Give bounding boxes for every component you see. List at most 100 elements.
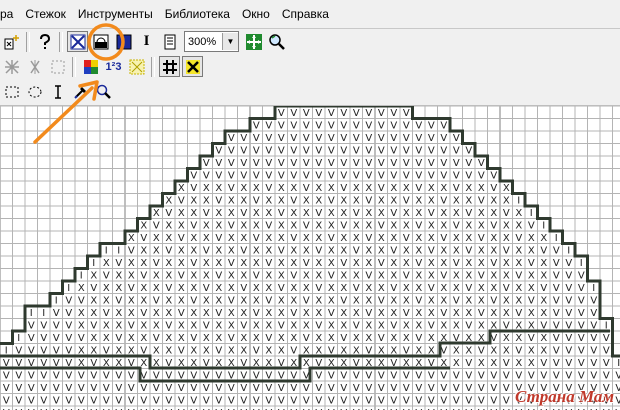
magnifier-button[interactable] (93, 82, 114, 103)
stitch-symbol: X (403, 296, 410, 307)
stitch-symbol: X (403, 333, 410, 344)
stitch-symbol: X (390, 183, 397, 194)
stitch-symbol: V (290, 396, 297, 407)
stitch-symbol: V (253, 271, 260, 282)
cross-stitch-button[interactable] (67, 31, 88, 52)
menu-item-library[interactable]: Библиотека (159, 0, 236, 28)
stitch-symbol: V (478, 171, 485, 182)
stitch-symbol: V (228, 296, 235, 307)
menu-item-help[interactable]: Справка (276, 0, 335, 28)
stitch-symbol: V (415, 158, 422, 169)
select-box-icon (51, 60, 64, 73)
select-box-button[interactable] (47, 56, 68, 77)
color-palette-button[interactable] (80, 56, 101, 77)
stitch-symbol: X (315, 308, 322, 319)
stitch-symbol: X (365, 321, 372, 332)
stitch-symbol: V (140, 383, 147, 394)
stitch-symbol: X (103, 258, 110, 269)
stitch-symbol: X (178, 183, 185, 194)
stitch-symbol: X (278, 308, 285, 319)
stitch-symbol: X (215, 221, 222, 232)
zoom-search-button[interactable] (266, 31, 287, 52)
stitch-symbol: X (428, 183, 435, 194)
stitch-symbol: V (378, 383, 385, 394)
tile-cross-button[interactable] (1, 56, 22, 77)
stitch-symbol: X (303, 321, 310, 332)
lasso-select-button[interactable] (24, 82, 45, 103)
page-button[interactable] (159, 31, 180, 52)
stitch-symbol: X (253, 333, 260, 344)
help-button[interactable] (34, 31, 55, 52)
backstitch-button[interactable]: I (136, 31, 157, 52)
stitch-symbol: V (415, 333, 422, 344)
symbol-numbers-button[interactable]: 1²3 (103, 56, 124, 77)
stitch-symbol: X (178, 283, 185, 294)
stitch-symbol: V (403, 233, 410, 244)
stitch-symbol: V (353, 396, 360, 407)
menu-item-window[interactable]: Окно (236, 0, 276, 28)
stitch-symbol: V (390, 171, 397, 182)
stitch-symbol: X (528, 346, 535, 357)
stitch-symbol: X (165, 308, 172, 319)
stitch-symbol: V (278, 246, 285, 257)
stitch-symbol: X (203, 333, 210, 344)
delete-mark-button[interactable] (24, 56, 45, 77)
pattern-grid[interactable]: IVVVVVIVVVVVVIVVVVVVVVIVVVVVVVVIVVVVVVVV… (0, 106, 620, 410)
stitch-symbol: X (453, 246, 460, 257)
stitch-symbol: V (103, 396, 110, 407)
stitch-symbol: X (228, 246, 235, 257)
stitch-symbol: V (53, 396, 60, 407)
stitch-symbol: X (465, 183, 472, 194)
rect-select-button[interactable] (1, 82, 22, 103)
eyedropper-button[interactable] (70, 82, 91, 103)
sparkle-wand-button[interactable] (1, 31, 22, 52)
stitch-symbol: X (453, 208, 460, 219)
stitch-symbol: V (503, 358, 510, 369)
stitch-symbol: V (328, 158, 335, 169)
solid-block-button[interactable] (113, 31, 134, 52)
text-cursor-button[interactable] (47, 82, 68, 103)
stitch-symbol: V (440, 396, 447, 407)
stitch-symbol: V (353, 121, 360, 132)
stitch-symbol: V (278, 133, 285, 144)
stitch-symbol: I (30, 308, 33, 319)
stitch-symbol: X (203, 183, 210, 194)
yellow-cross-button[interactable] (182, 56, 203, 77)
stitch-symbol: V (340, 383, 347, 394)
stitch-symbol: X (528, 233, 535, 244)
stitch-symbol: V (40, 396, 47, 407)
pattern-canvas[interactable]: IVVVVVIVVVVVVIVVVVVVVVIVVVVVVVVIVVVVVVVV… (0, 106, 620, 410)
stitch-symbol: V (453, 383, 460, 394)
stitch-symbol: X (315, 196, 322, 207)
stitch-symbol: X (253, 221, 260, 232)
half-stitch-button[interactable] (90, 31, 111, 52)
menu-item-stitch[interactable]: Стежок (19, 0, 72, 28)
menu-item-tools[interactable]: Инструменты (72, 0, 159, 28)
stitch-symbol: V (378, 121, 385, 132)
fit-view-button[interactable] (243, 31, 264, 52)
stitch-symbol: X (253, 283, 260, 294)
stitch-symbol: V (290, 233, 297, 244)
stitch-symbol: V (440, 371, 447, 382)
stitch-symbol: X (540, 296, 547, 307)
stitch-symbol: V (215, 396, 222, 407)
stitch-symbol: X (340, 233, 347, 244)
stitch-symbol: I (80, 271, 83, 282)
stitch-symbol: X (128, 271, 135, 282)
stitch-symbol: V (453, 183, 460, 194)
stitch-symbol: X (515, 246, 522, 257)
grid-button[interactable] (159, 56, 180, 77)
stitch-symbol: X (403, 283, 410, 294)
chevron-down-icon[interactable]: ▼ (222, 33, 238, 50)
stitch-symbol: X (190, 321, 197, 332)
stitch-symbol: V (440, 146, 447, 157)
stitch-symbol: V (328, 171, 335, 182)
stitch-symbol: X (340, 321, 347, 332)
stitch-symbol: V (190, 383, 197, 394)
menu-item-0[interactable]: ра (0, 0, 19, 28)
stitch-symbol: V (115, 396, 122, 407)
zoom-dropdown[interactable]: 300% ▼ (184, 31, 239, 52)
stitch-symbol: X (528, 246, 535, 257)
pattern-grid-button[interactable] (126, 56, 147, 77)
stitch-symbol: X (490, 308, 497, 319)
